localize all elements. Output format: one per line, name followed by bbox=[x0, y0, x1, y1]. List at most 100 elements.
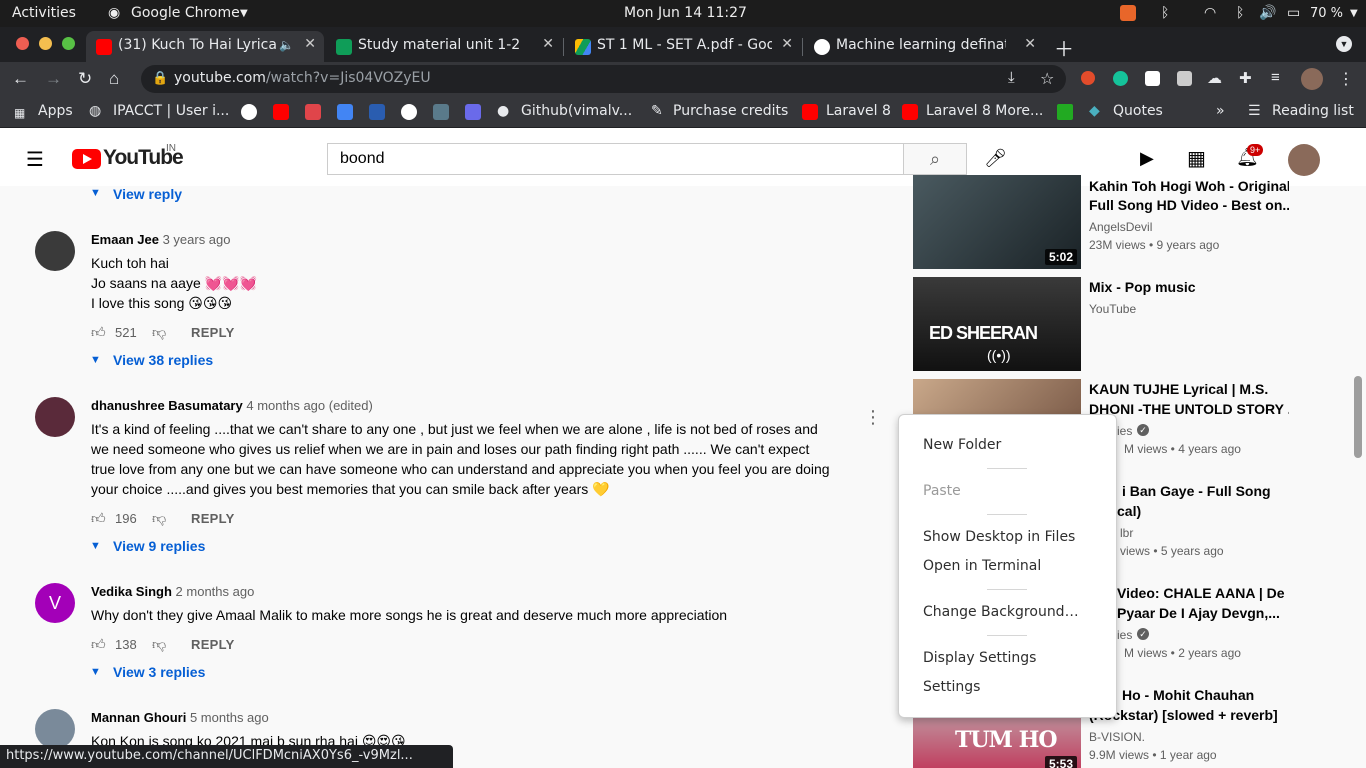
comment-time[interactable]: 4 months ago (edited) bbox=[246, 398, 372, 413]
reading-list[interactable]: Reading list bbox=[1272, 103, 1354, 119]
tab-search-icon[interactable]: ▼ bbox=[1336, 36, 1352, 52]
video-title[interactable]: Pyaar De I Ajay Devgn,... bbox=[1117, 603, 1292, 623]
comment-time[interactable]: 5 months ago bbox=[190, 710, 269, 725]
url-text[interactable]: youtube.com/watch?v=Jis04VOZyEU bbox=[174, 70, 431, 86]
close-tab-icon[interactable]: ✕ bbox=[1024, 36, 1036, 52]
bookmark-quotes[interactable]: Quotes bbox=[1113, 103, 1163, 119]
clock[interactable]: Mon Jun 14 11:27 bbox=[624, 5, 747, 21]
install-app-icon[interactable]: ⤓ bbox=[1008, 69, 1015, 86]
comment-author[interactable]: Vedika Singh 2 months ago bbox=[91, 584, 254, 599]
close-tab-icon[interactable]: ✕ bbox=[781, 36, 793, 52]
channel-name[interactable]: B-VISION. bbox=[1089, 728, 1145, 746]
search-input[interactable] bbox=[327, 143, 904, 175]
view-replies-button[interactable]: View 9 replies bbox=[113, 538, 205, 554]
view-reply-button[interactable]: View reply bbox=[113, 186, 182, 202]
reply-button[interactable]: REPLY bbox=[191, 637, 235, 652]
youtube-logo-icon[interactable] bbox=[72, 149, 101, 169]
reply-button[interactable]: REPLY bbox=[191, 511, 235, 526]
dislike-icon[interactable]: 👎︎ bbox=[152, 324, 166, 341]
close-tab-icon[interactable]: ✕ bbox=[304, 36, 316, 52]
create-video-icon[interactable]: ▶ bbox=[1140, 148, 1154, 169]
maximize-window-button[interactable] bbox=[62, 37, 75, 50]
comment-time[interactable]: 3 years ago bbox=[163, 232, 231, 247]
bookmark-icon[interactable] bbox=[433, 104, 449, 120]
avatar[interactable] bbox=[35, 231, 75, 271]
docs-bookmark-icon[interactable] bbox=[369, 104, 385, 120]
new-tab-button[interactable]: ＋ bbox=[1054, 33, 1074, 62]
forward-icon[interactable]: → bbox=[45, 69, 62, 89]
dislike-icon[interactable]: 👎︎ bbox=[152, 636, 166, 653]
kebab-menu-icon[interactable]: ⋮ bbox=[1338, 69, 1354, 89]
dislike-icon[interactable]: 👎︎ bbox=[152, 510, 166, 527]
google-bookmark-icon[interactable] bbox=[241, 104, 257, 120]
profile-avatar[interactable] bbox=[1301, 68, 1323, 90]
hamburger-menu-icon[interactable]: ☰ bbox=[26, 147, 44, 172]
menu-item-settings[interactable]: Settings bbox=[923, 679, 980, 695]
bookmark-star-icon[interactable]: ☆ bbox=[1040, 69, 1054, 89]
view-replies-button[interactable]: View 3 replies bbox=[113, 664, 205, 680]
close-tab-icon[interactable]: ✕ bbox=[542, 36, 554, 52]
bluetooth-icon[interactable]: ᛒ bbox=[1161, 5, 1169, 21]
video-title[interactable]: Ho - Mohit Chauhan bbox=[1122, 685, 1292, 705]
media-control-icon[interactable]: ≡ bbox=[1271, 69, 1280, 86]
bookmark-laravel-8[interactable]: Laravel 8 bbox=[826, 103, 891, 119]
menu-item-show-desktop[interactable]: Show Desktop in Files bbox=[923, 529, 1075, 545]
tray-app-icon[interactable] bbox=[1120, 5, 1136, 21]
bookmark-purchase-credits[interactable]: Purchase credits bbox=[673, 103, 788, 119]
extension-icon[interactable] bbox=[1081, 71, 1095, 85]
menu-item-open-terminal[interactable]: Open in Terminal bbox=[923, 558, 1041, 574]
lock-icon[interactable]: 🔒 bbox=[152, 70, 168, 86]
bluetooth-status-icon[interactable]: ᛒ bbox=[1236, 5, 1244, 21]
avatar[interactable] bbox=[35, 709, 75, 749]
channel-name[interactable]: lbr bbox=[1120, 524, 1133, 542]
tab-youtube[interactable]: (31) Kuch To Hai Lyrica 🔈 ✕ bbox=[86, 31, 324, 62]
news-bookmark-icon[interactable] bbox=[401, 104, 417, 120]
bookmark-icon[interactable] bbox=[1057, 104, 1073, 120]
video-title[interactable]: KAUN TUJHE Lyrical | M.S. bbox=[1089, 379, 1289, 399]
apps-grid-icon[interactable]: ▦ bbox=[14, 106, 25, 120]
search-button[interactable]: ⌕ bbox=[903, 143, 967, 175]
bookmark-apps[interactable]: Apps bbox=[38, 103, 73, 119]
video-title[interactable]: DHONI -THE UNTOLD STORY ... bbox=[1089, 399, 1289, 419]
video-title[interactable]: Mix - Pop music bbox=[1089, 277, 1289, 297]
caret-down-icon[interactable]: ▼ bbox=[90, 540, 101, 552]
volume-icon[interactable]: 🔊 bbox=[1259, 5, 1276, 21]
comment-author[interactable]: Mannan Ghouri 5 months ago bbox=[91, 710, 269, 725]
video-thumbnail[interactable]: ED SHEERAN ((•)) bbox=[913, 277, 1081, 371]
reload-icon[interactable]: ↻ bbox=[78, 69, 92, 89]
grammarly-icon[interactable] bbox=[1113, 71, 1128, 86]
video-thumbnail[interactable]: 5:02 bbox=[913, 175, 1081, 269]
bookmark-github[interactable]: Github(vimalv... bbox=[521, 103, 632, 119]
reply-button[interactable]: REPLY bbox=[191, 325, 235, 340]
video-title[interactable]: cal) bbox=[1117, 501, 1287, 521]
view-replies-button[interactable]: View 38 replies bbox=[113, 352, 213, 368]
channel-name[interactable]: YouTube bbox=[1089, 300, 1136, 318]
video-title[interactable]: Full Song HD Video - Best on... bbox=[1089, 195, 1289, 215]
wifi-icon[interactable]: ◠ bbox=[1204, 5, 1216, 21]
comment-menu-icon[interactable]: ⋮ bbox=[864, 407, 882, 428]
caret-down-icon[interactable]: ▼ bbox=[90, 187, 101, 199]
comment-time[interactable]: 2 months ago bbox=[176, 584, 255, 599]
channel-name[interactable]: ies bbox=[1117, 626, 1132, 644]
youtube-bookmark-icon[interactable] bbox=[273, 104, 289, 120]
like-icon[interactable]: 👍︎ bbox=[91, 324, 106, 341]
channel-name[interactable]: AngelsDevil bbox=[1089, 218, 1152, 236]
todoist-bookmark-icon[interactable] bbox=[305, 104, 321, 120]
menu-item-change-background[interactable]: Change Background… bbox=[923, 604, 1079, 620]
home-icon[interactable]: ⌂ bbox=[109, 69, 119, 89]
comment-author[interactable]: Emaan Jee 3 years ago bbox=[91, 232, 231, 247]
activities-button[interactable]: Activities bbox=[12, 5, 76, 21]
bookmark-laravel-8-more[interactable]: Laravel 8 More... bbox=[926, 103, 1043, 119]
account-avatar[interactable] bbox=[1288, 144, 1320, 176]
notion-icon[interactable] bbox=[1145, 71, 1160, 86]
microphone-icon[interactable]: 🎤︎ bbox=[984, 148, 1007, 169]
avatar[interactable] bbox=[35, 397, 75, 437]
caret-down-icon[interactable]: ▼ bbox=[90, 666, 101, 678]
extension-icon[interactable]: ☁ bbox=[1207, 69, 1222, 87]
calendar-bookmark-icon[interactable] bbox=[337, 104, 353, 120]
apps-grid-icon[interactable]: ▦ bbox=[1187, 146, 1206, 171]
menu-item-display-settings[interactable]: Display Settings bbox=[923, 650, 1036, 666]
video-title[interactable]: i Ban Gaye - Full Song bbox=[1122, 481, 1292, 501]
bookmark-ipacct[interactable]: IPACCT | User i... bbox=[113, 103, 229, 119]
system-menu-icon[interactable]: ▼ bbox=[1350, 8, 1358, 19]
